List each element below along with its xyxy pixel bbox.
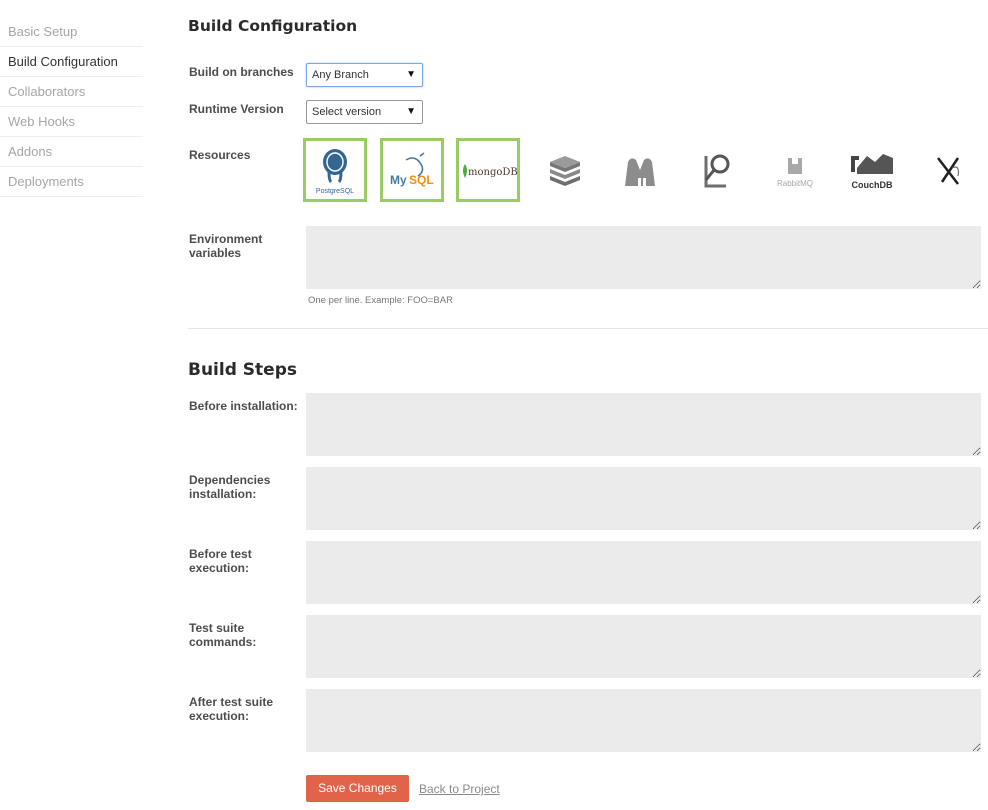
save-changes-button[interactable]: Save Changes [306, 775, 409, 802]
memcached-icon [625, 158, 655, 186]
svg-text:My: My [390, 173, 407, 187]
resource-elasticsearch[interactable] [686, 138, 750, 202]
resource-xvfb[interactable] [916, 138, 980, 202]
sidebar-item-basic-setup[interactable]: Basic Setup [0, 17, 143, 47]
resources-label: Resources [189, 148, 251, 162]
step-label-line1: Before installation: [189, 399, 298, 413]
svg-text:SQL: SQL [409, 173, 434, 187]
resource-couchdb[interactable]: CouchDB [840, 138, 904, 202]
dependencies-input[interactable] [306, 467, 981, 530]
sidebar-item-collaborators[interactable]: Collaborators [0, 77, 143, 107]
mysql-icon: My SQL [390, 152, 434, 187]
rabbitmq-icon: RabbitMQ [777, 158, 813, 188]
build-steps-title: Build Steps [188, 360, 297, 380]
resource-rabbitmq[interactable]: RabbitMQ [763, 138, 827, 202]
svg-text:mongoDB: mongoDB [468, 167, 517, 178]
step-after-test-label: After test suite execution: [189, 695, 273, 723]
test-suite-input[interactable] [306, 615, 981, 678]
env-label-line2: variables [189, 246, 242, 260]
step-label-line1: Before test [189, 547, 252, 561]
branches-select-value: Any Branch [312, 69, 369, 81]
elasticsearch-icon [704, 154, 730, 188]
step-label-line1: Test suite [189, 621, 245, 635]
env-variables-input[interactable] [306, 226, 981, 289]
step-before-test-label: Before test execution: [189, 547, 252, 575]
branches-label: Build on branches [189, 65, 294, 79]
mongodb-icon: mongoDB [463, 164, 517, 178]
step-before-install-label: Before installation: [189, 399, 298, 413]
resource-postgresql[interactable]: PostgreSQL [303, 138, 367, 202]
before-install-input[interactable] [306, 393, 981, 456]
caret-down-icon: ▼ [406, 106, 416, 117]
before-test-input[interactable] [306, 541, 981, 604]
step-label-line2: execution: [189, 709, 250, 723]
env-label: Environment variables [189, 232, 262, 260]
resource-mongodb[interactable]: mongoDB [456, 138, 520, 202]
section-divider [188, 328, 988, 329]
step-label-line1: Dependencies [189, 473, 271, 487]
env-label-line1: Environment [189, 232, 263, 246]
sidebar-item-addons[interactable]: Addons [0, 137, 143, 167]
sidebar-item-build-configuration[interactable]: Build Configuration [0, 47, 143, 77]
env-hint: One per line. Example: FOO=BAR [308, 295, 453, 306]
runtime-label: Runtime Version [189, 102, 284, 116]
svg-text:PostgreSQL: PostgreSQL [316, 188, 354, 195]
branches-select[interactable]: Any Branch ▼ [306, 63, 423, 87]
xvfb-icon [937, 157, 960, 185]
sidebar: Basic Setup Build Configuration Collabor… [0, 17, 143, 197]
couchdb-icon: CouchDB [851, 154, 893, 190]
sidebar-item-deployments[interactable]: Deployments [0, 167, 143, 197]
step-label-line2: installation: [189, 487, 257, 501]
back-to-project-link[interactable]: Back to Project [419, 782, 500, 796]
runtime-select-value: Select version [312, 106, 382, 118]
redis-icon [550, 156, 580, 186]
resource-redis[interactable] [533, 138, 597, 202]
step-label-line1: After test suite [189, 695, 274, 709]
step-test-suite-label: Test suite commands: [189, 621, 256, 649]
svg-text:CouchDB: CouchDB [852, 180, 893, 190]
step-label-line2: execution: [189, 561, 250, 575]
resource-mysql[interactable]: My SQL [380, 138, 444, 202]
build-configuration-title: Build Configuration [188, 17, 358, 35]
postgresql-icon: PostgreSQL [316, 149, 354, 195]
runtime-select[interactable]: Select version ▼ [306, 100, 423, 124]
caret-down-icon: ▼ [406, 69, 416, 80]
step-dependencies-label: Dependencies installation: [189, 473, 270, 501]
after-test-input[interactable] [306, 689, 981, 752]
step-label-line2: commands: [189, 635, 257, 649]
sidebar-item-web-hooks[interactable]: Web Hooks [0, 107, 143, 137]
resource-memcached[interactable] [610, 138, 674, 202]
svg-text:RabbitMQ: RabbitMQ [777, 179, 813, 188]
